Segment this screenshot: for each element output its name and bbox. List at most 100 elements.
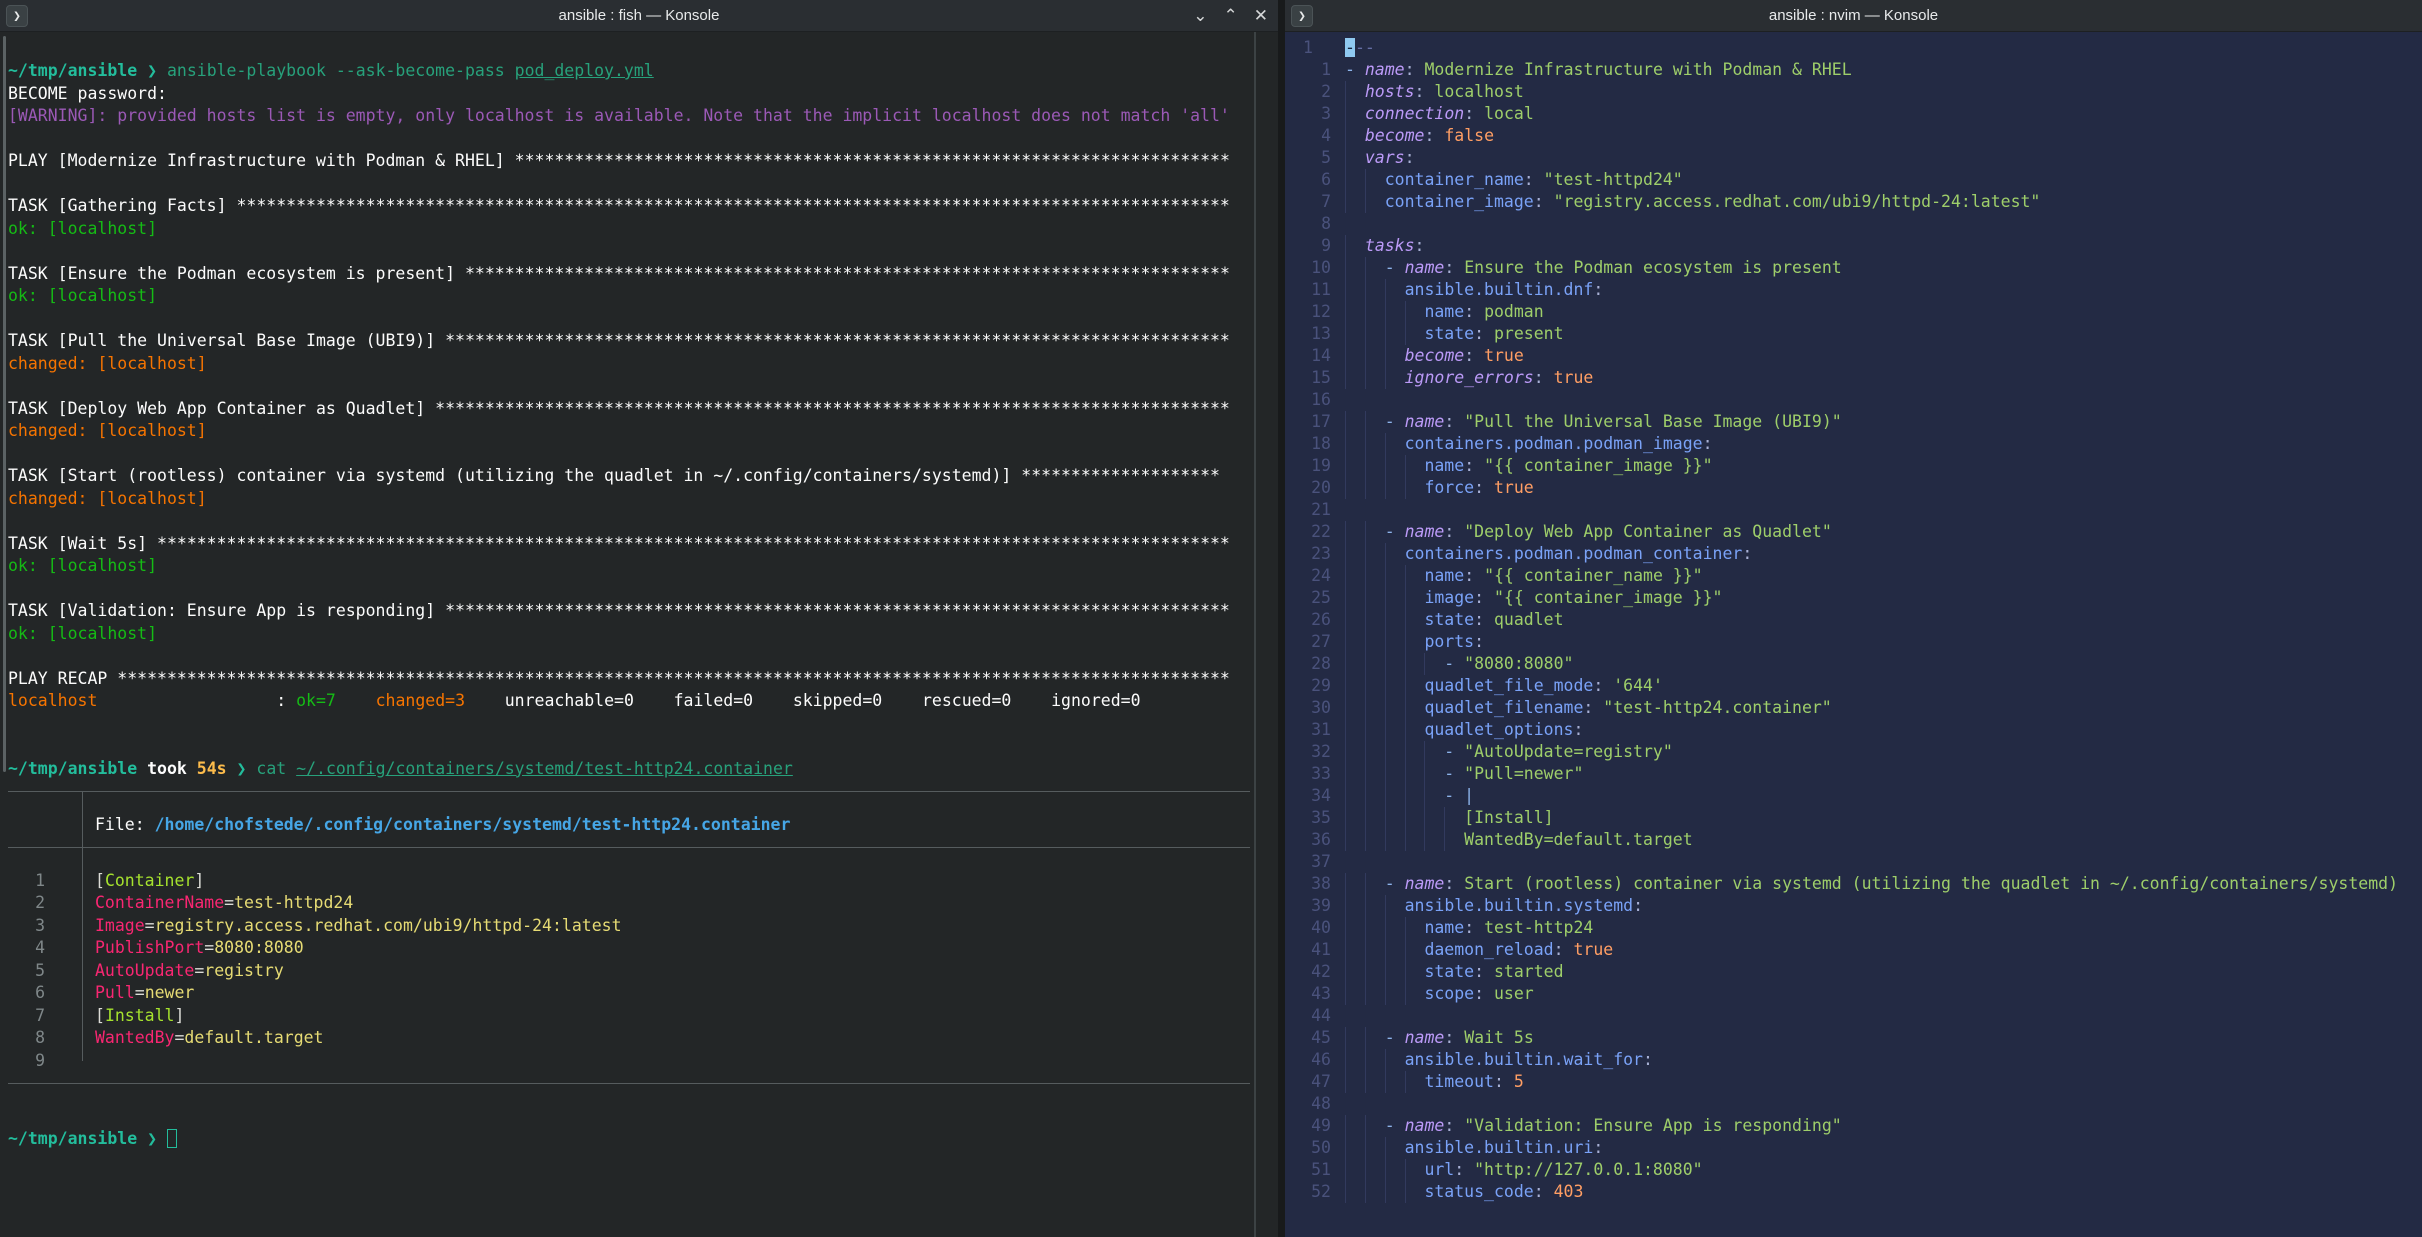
indent-guide: [1365, 587, 1385, 609]
buffer-line: 16: [1285, 389, 2422, 411]
indent-guide: [1385, 653, 1405, 675]
scrollbar[interactable]: [3, 36, 6, 772]
text-segment: =: [145, 916, 155, 935]
indent-guide: [1345, 807, 1365, 829]
text-segment: :: [1643, 1050, 1653, 1069]
gutter-line-number: 26: [1285, 609, 1331, 631]
indent-guide: [1405, 1181, 1425, 1203]
text-segment: :: [1534, 368, 1554, 387]
text-segment: user: [1494, 984, 1534, 1003]
indent-guide: [1365, 763, 1385, 785]
gutter-line-number: 12: [1285, 301, 1331, 323]
text-segment: :: [1444, 874, 1464, 893]
text-segment: :: [1554, 940, 1574, 959]
titlebar[interactable]: ❯ ansible : fish — Konsole ⌄ ⌃ ✕: [0, 0, 1278, 32]
text-segment: ****************************************…: [117, 669, 1230, 688]
buffer-line: 2hosts: localhost: [1285, 81, 2422, 103]
buffer-line: 49- name: "Validation: Ensure App is res…: [1285, 1115, 2422, 1137]
indent-guide: [1345, 1159, 1365, 1181]
text-segment: ****************************************…: [445, 601, 1230, 620]
indent-guide: [1365, 631, 1385, 653]
buffer-line: 13state: present: [1285, 323, 2422, 345]
indent-guide: [1345, 609, 1365, 631]
gutter-line-number: 3: [1285, 103, 1331, 125]
text-segment: present: [1494, 324, 1564, 343]
text-segment: "Validation: Ensure App is responding": [1464, 1116, 1842, 1135]
buffer-line: 22- name: "Deploy Web App Container as Q…: [1285, 521, 2422, 543]
indent-guide: [1345, 1137, 1365, 1159]
maximize-button[interactable]: ⌃: [1224, 8, 1238, 25]
indent-guide: [1345, 301, 1365, 323]
text-segment: ignore_errors: [1405, 368, 1534, 387]
text-segment: TASK [Start (rootless) container via sys…: [8, 466, 1021, 485]
text-segment: :: [1534, 1182, 1554, 1201]
text-segment: ansible-playbook --ask-become-pass: [167, 61, 515, 80]
indent-guide: [1365, 785, 1385, 807]
text-segment: name: [1424, 302, 1464, 321]
text-segment: :: [1464, 456, 1484, 475]
titlebar[interactable]: ❯ ansible : nvim — Konsole: [1285, 0, 2422, 32]
text-segment: =: [204, 938, 214, 957]
indent-guide: [1365, 455, 1385, 477]
text-segment: podman: [1484, 302, 1544, 321]
text-segment: hosts: [1365, 82, 1415, 101]
gutter-line-number: 17: [1285, 411, 1331, 433]
indent-guide: [1365, 1027, 1385, 1049]
buffer-line: 37: [1285, 851, 2422, 873]
line-number: 8: [8, 1027, 45, 1050]
text-segment: Start (rootless) container via systemd (…: [1464, 874, 2398, 893]
indent-guide: [1365, 521, 1385, 543]
text-segment: [157, 1129, 167, 1148]
gutter-line-number: 49: [1285, 1115, 1331, 1137]
buffer-line: 8: [1285, 213, 2422, 235]
gutter-line-number: 40: [1285, 917, 1331, 939]
indent-guide: [1345, 543, 1365, 565]
indent-guide: [1385, 565, 1405, 587]
indent-guide: [1424, 763, 1444, 785]
text-segment: :: [1583, 698, 1603, 717]
indent-guide: [1385, 609, 1405, 631]
indent-guide: [1385, 367, 1405, 389]
indent-guide: [1345, 323, 1365, 345]
indent-guide: [1365, 1181, 1385, 1203]
minimize-button[interactable]: ⌄: [1193, 8, 1207, 25]
scrollbar-track: [1254, 32, 1256, 1237]
buffer-line: 7container_image: "registry.access.redha…: [1285, 191, 2422, 213]
terminal-line: [8, 375, 1278, 398]
text-segment: ok: [localhost]: [8, 286, 157, 305]
indent-guide: [1345, 917, 1365, 939]
text-segment: changed: [localhost]: [8, 489, 207, 508]
text-segment: true: [1494, 478, 1534, 497]
text-segment: ansible.builtin.systemd: [1405, 896, 1633, 915]
text-segment: ❯: [147, 61, 157, 80]
text-segment: :: [1593, 1138, 1603, 1157]
text-segment: "test-httpd24": [1544, 170, 1683, 189]
terminal-line: [8, 713, 1278, 736]
text-segment: "registry.access.redhat.com/ubi9/httpd-2…: [1554, 192, 2041, 211]
buffer-line: 18containers.podman.podman_image:: [1285, 433, 2422, 455]
buffer-line: 5vars:: [1285, 147, 2422, 169]
text-segment: :: [1534, 192, 1554, 211]
gutter-line-number: 45: [1285, 1027, 1331, 1049]
line-number: 6: [8, 982, 45, 1005]
text-segment: PLAY [Modernize Infrastructure with Podm…: [8, 151, 515, 170]
buffer-line: 20force: true: [1285, 477, 2422, 499]
bat-file-line: 6Pull=newer: [8, 982, 1278, 1005]
indent-guide: [1345, 983, 1365, 1005]
close-button[interactable]: ✕: [1254, 8, 1268, 25]
bat-file-line: 2ContainerName=test-httpd24: [8, 892, 1278, 915]
nvim-buffer[interactable]: 1---1- name: Modernize Infrastructure wi…: [1285, 32, 2422, 1237]
text-segment: ~/tmp/ansible: [8, 1129, 137, 1148]
text-segment: :: [1593, 280, 1603, 299]
text-segment: connection: [1365, 104, 1464, 123]
text-segment: "{{ container_image }}": [1494, 588, 1722, 607]
indent-guide: [1385, 1137, 1405, 1159]
buffer-line: 9tasks:: [1285, 235, 2422, 257]
text-segment: become: [1405, 346, 1465, 365]
text-segment: tasks: [1365, 236, 1415, 255]
bat-file-line: 4PublishPort=8080:8080: [8, 937, 1278, 960]
buffer-line: 4become: false: [1285, 125, 2422, 147]
indent-guide: [1444, 807, 1464, 829]
text-segment: ********************: [1021, 466, 1220, 485]
terminal-output-fish[interactable]: ~/tmp/ansible ❯ ansible-playbook --ask-b…: [0, 32, 1278, 1237]
